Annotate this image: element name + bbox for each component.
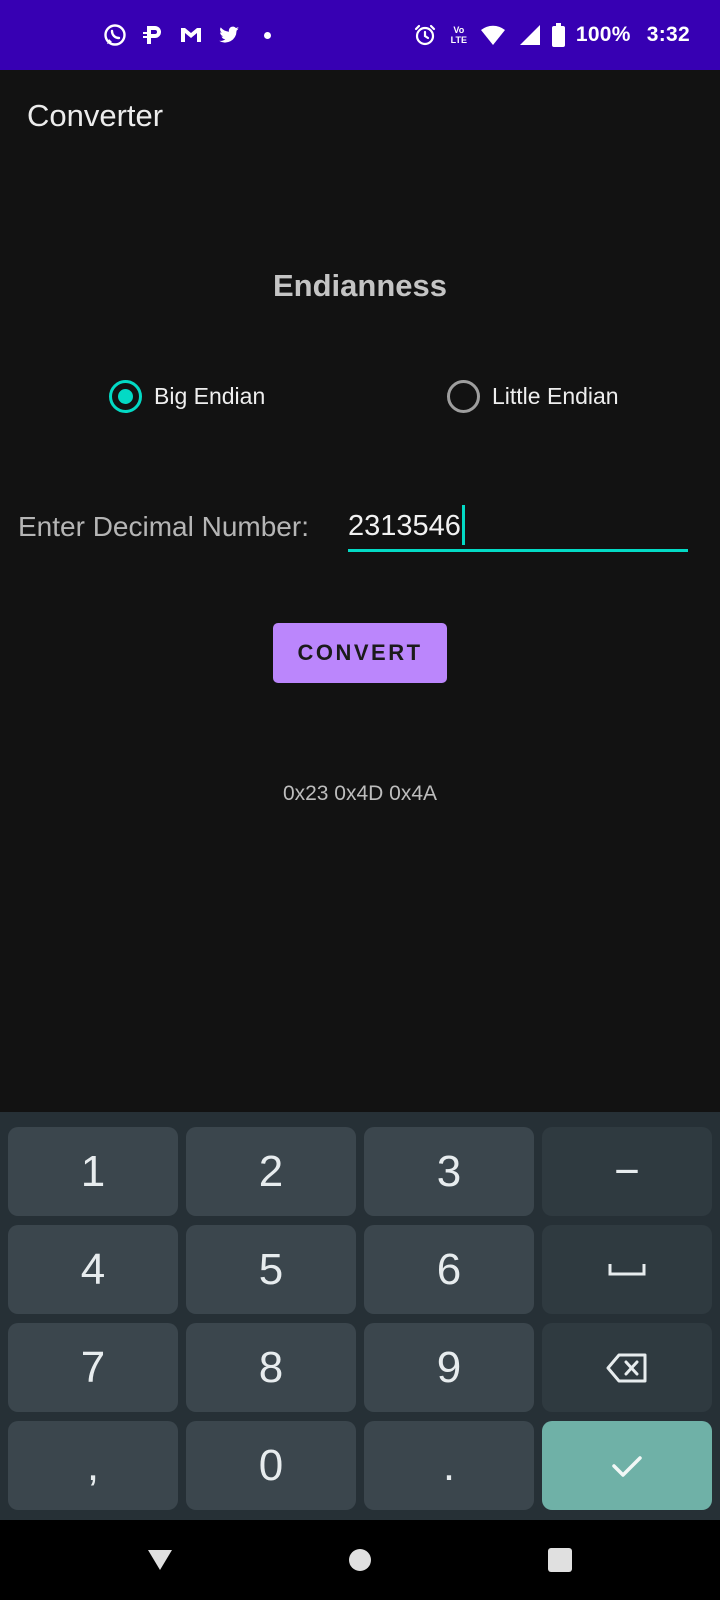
notification-icons [102, 18, 271, 52]
backspace-icon [606, 1353, 647, 1382]
battery-percent: 100% [575, 23, 631, 46]
key-2[interactable]: 2 [186, 1127, 356, 1216]
whatsapp-icon [102, 22, 128, 48]
decimal-input-label: Enter Decimal Number: [18, 511, 309, 542]
twitter-icon [216, 22, 242, 48]
recents-icon [548, 1548, 572, 1572]
navigation-bar [0, 1520, 720, 1600]
big-endian-label[interactable]: Big Endian [154, 383, 265, 410]
status-bar: Vo LTE 100% 3:32 [0, 0, 720, 70]
more-dot-icon [264, 31, 271, 39]
key-done[interactable] [542, 1421, 712, 1510]
recents-button[interactable] [520, 1520, 600, 1600]
key-0[interactable]: 0 [186, 1421, 356, 1510]
little-endian-label[interactable]: Little Endian [492, 383, 619, 410]
decimal-input-value[interactable]: 2313546 [348, 510, 461, 543]
app-title: Converter [27, 98, 164, 133]
back-icon [148, 1550, 172, 1570]
key-1[interactable]: 1 [8, 1127, 178, 1216]
key-period[interactable]: . [364, 1421, 534, 1510]
decimal-number-input[interactable]: 2313546 [348, 500, 688, 552]
radio-unchecked-icon[interactable] [447, 380, 480, 413]
system-status: Vo LTE 100% 3:32 [412, 18, 690, 52]
key-4[interactable]: 4 [8, 1225, 178, 1314]
space-icon [608, 1263, 646, 1275]
back-button[interactable] [120, 1520, 200, 1600]
numeric-keyboard: 1 2 3 − 4 5 6 7 8 9 , 0 . [0, 1112, 720, 1520]
home-button[interactable] [320, 1520, 400, 1600]
key-7[interactable]: 7 [8, 1323, 178, 1412]
key-backspace[interactable] [542, 1323, 712, 1412]
signal-icon [516, 22, 542, 48]
key-3[interactable]: 3 [364, 1127, 534, 1216]
volte-indicator: Vo LTE [450, 25, 468, 45]
endianness-heading: Endianness [273, 268, 447, 303]
wifi-icon [480, 22, 506, 48]
alarm-icon [412, 22, 438, 48]
convert-button[interactable]: CONVERT [273, 623, 447, 683]
home-icon [349, 1549, 371, 1571]
check-icon [612, 1455, 642, 1477]
radio-checked-icon[interactable] [109, 380, 142, 413]
key-comma[interactable]: , [8, 1421, 178, 1510]
gmail-icon [178, 22, 204, 48]
key-space[interactable] [542, 1225, 712, 1314]
battery-icon [552, 22, 566, 48]
key-5[interactable]: 5 [186, 1225, 356, 1314]
paytm-icon [140, 22, 166, 48]
key-9[interactable]: 9 [364, 1323, 534, 1412]
text-caret [462, 505, 465, 545]
key-6[interactable]: 6 [364, 1225, 534, 1314]
big-endian-radio[interactable]: Big Endian [109, 380, 265, 413]
little-endian-radio[interactable]: Little Endian [447, 380, 619, 413]
clock: 3:32 [646, 23, 690, 46]
conversion-result: 0x23 0x4D 0x4A [282, 782, 438, 805]
key-minus[interactable]: − [542, 1127, 712, 1216]
key-8[interactable]: 8 [186, 1323, 356, 1412]
